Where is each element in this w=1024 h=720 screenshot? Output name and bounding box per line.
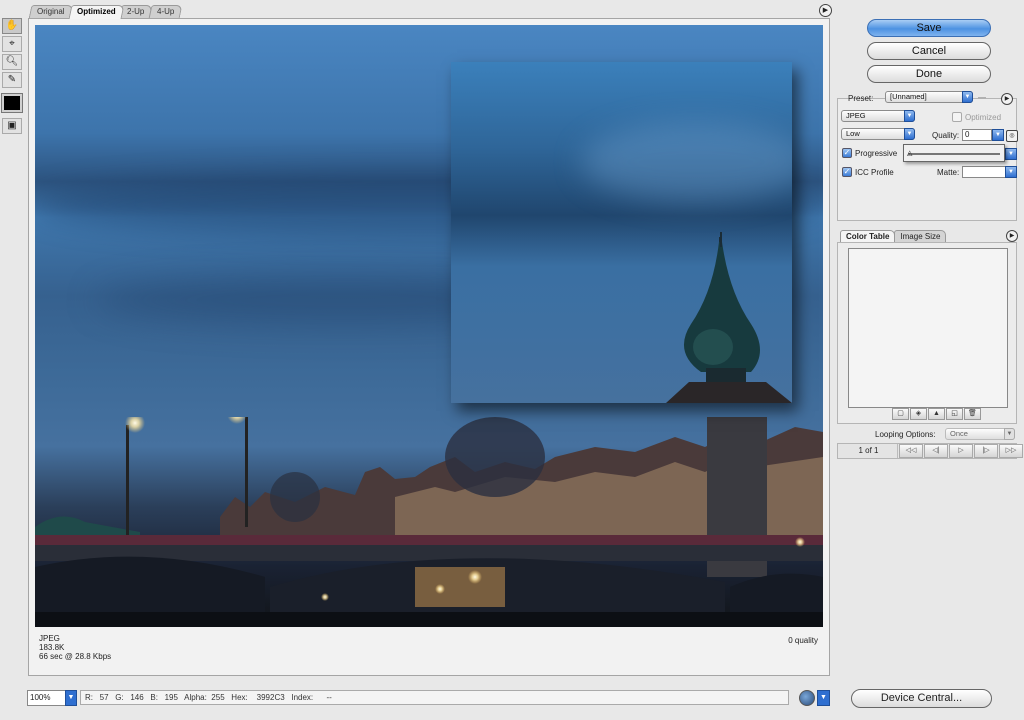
onion-dome-tower	[666, 232, 792, 403]
status-info: JPEG 183.8K 66 sec @ 28.8 Kbps	[39, 634, 111, 661]
progressive-checkbox[interactable]: ✓	[842, 148, 852, 158]
slice-select-tool-icon[interactable]: ⌖	[2, 36, 22, 52]
preview-in-browser-icon[interactable]	[799, 690, 815, 706]
chevron-down-icon: ▼	[904, 110, 915, 122]
file-format-value: JPEG	[846, 111, 866, 120]
play-icon[interactable]: ▷	[949, 444, 973, 458]
quality-label: Quality:	[932, 131, 960, 140]
quality-preset-select[interactable]: Low ▼	[841, 128, 915, 140]
optimized-label: Optimized	[965, 113, 1002, 122]
quality-input[interactable]: 0	[962, 129, 992, 141]
device-central-button[interactable]: Device Central...	[851, 689, 992, 708]
city-skyline	[35, 417, 823, 627]
matte-chevron-down-icon[interactable]: ▼	[1005, 166, 1017, 178]
preset-label: Preset:	[848, 94, 874, 103]
trash-icon[interactable]: 🗑︎	[964, 408, 981, 420]
status-format: JPEG	[39, 634, 60, 643]
zoom-level-value: 100%	[30, 693, 51, 702]
quality-mask-icon[interactable]: ◎	[1006, 130, 1018, 142]
blur-chevron-down-icon[interactable]: ▼	[1005, 148, 1017, 160]
looping-options-value: Once	[950, 429, 968, 438]
image-preview[interactable]	[35, 25, 823, 627]
zoom-level-select[interactable]: 100% ▼	[27, 690, 77, 706]
looping-options-select[interactable]: Once ▼	[945, 428, 1015, 440]
zoom-tool-icon[interactable]: 🔍︎	[2, 54, 22, 70]
tab-original[interactable]: Original	[28, 5, 74, 19]
chevron-down-icon: ▼	[1004, 428, 1015, 440]
tool-palette: ✋ ⌖ 🔍︎ ✎ ▣	[1, 18, 24, 136]
tab-optimized[interactable]: Optimized	[68, 5, 124, 19]
animation-buttons: ◁◁ ◁| ▷ |▷ ▷▷	[899, 444, 1024, 458]
status-size: 183.8K	[39, 643, 65, 652]
done-button[interactable]: Done	[867, 65, 991, 83]
preview-menu-arrow-icon[interactable]: ▶	[819, 4, 832, 17]
quality-slider-toggle-icon[interactable]: ▼	[992, 129, 1004, 141]
preset-separator: —	[978, 93, 986, 102]
chevron-down-icon: ▼	[962, 91, 973, 103]
map-transparent-icon[interactable]: ▢	[892, 408, 909, 420]
optimize-menu-arrow-icon[interactable]: ▶	[1001, 93, 1013, 105]
quality-slider-track[interactable]	[908, 153, 1000, 155]
progressive-label: Progressive	[855, 149, 898, 158]
browser-chevron-down-icon[interactable]: ▼	[817, 690, 830, 706]
quality-preset-value: Low	[846, 129, 860, 138]
new-color-icon[interactable]: ◱	[946, 408, 963, 420]
preset-select[interactable]: [Unnamed] ▼	[885, 91, 973, 103]
lock-color-icon[interactable]: ▲	[928, 408, 945, 420]
view-tabs: Original Optimized 2-Up 4-Up	[28, 5, 183, 19]
looping-options-label: Looping Options:	[875, 430, 936, 439]
color-table-menu-arrow-icon[interactable]: ▶	[1006, 230, 1018, 242]
icc-profile-label: ICC Profile	[855, 168, 894, 177]
first-frame-icon[interactable]: ◁◁	[899, 444, 923, 458]
zoom-loupe-preview	[451, 62, 792, 403]
last-frame-icon[interactable]: ▷▷	[999, 444, 1023, 458]
color-table-swatches[interactable]	[848, 248, 1008, 408]
hand-tool-icon[interactable]: ✋	[2, 18, 22, 34]
color-info-readout: R: 57 G: 146 B: 195 Alpha: 255 Hex: 3992…	[80, 690, 789, 705]
web-shift-icon[interactable]: ◈	[910, 408, 927, 420]
save-button[interactable]: Save	[867, 19, 991, 37]
next-frame-icon[interactable]: |▷	[974, 444, 998, 458]
color-table-actions: ▢ ◈ ▲ ◱ 🗑︎	[892, 408, 982, 420]
matte-label: Matte:	[937, 168, 960, 177]
chevron-down-icon: ▼	[904, 128, 915, 140]
matte-color-field[interactable]	[962, 166, 1006, 178]
optimized-checkbox[interactable]: ✓	[952, 112, 962, 122]
status-download-time: 66 sec @ 28.8 Kbps	[39, 652, 112, 661]
icc-profile-checkbox[interactable]: ✓	[842, 167, 852, 177]
eyedropper-tool-icon[interactable]: ✎	[2, 72, 22, 88]
status-quality: 0 quality	[788, 636, 818, 645]
chevron-down-icon[interactable]: ▼	[65, 690, 77, 706]
cancel-button[interactable]: Cancel	[867, 42, 991, 60]
quality-slider-thumb-icon[interactable]: ◬	[907, 149, 912, 157]
quality-slider-popup[interactable]: ◬	[903, 144, 1005, 162]
toggle-slices-icon[interactable]: ▣	[2, 118, 22, 134]
tab-4-up[interactable]: 4-Up	[148, 5, 183, 19]
preset-value: [Unnamed]	[890, 92, 927, 101]
previous-frame-icon[interactable]: ◁|	[924, 444, 948, 458]
file-format-select[interactable]: JPEG ▼	[841, 110, 915, 122]
frame-count: 1 of 1	[840, 444, 898, 458]
eyedropper-color-swatch[interactable]	[1, 93, 23, 113]
